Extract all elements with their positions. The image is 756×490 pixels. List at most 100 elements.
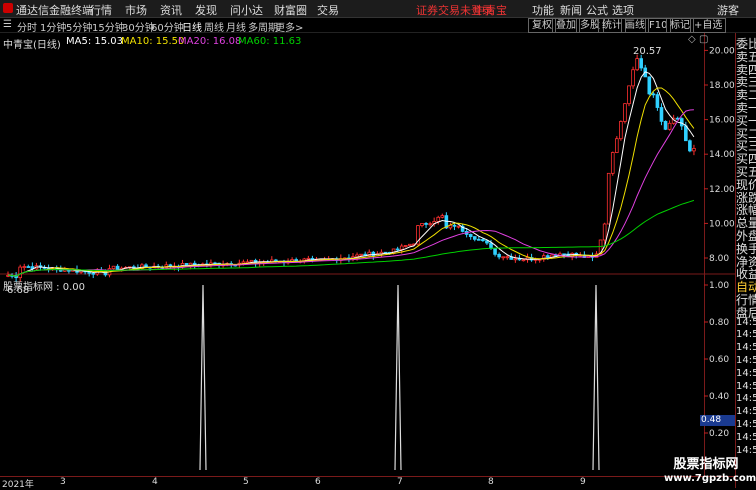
- menu-ask[interactable]: 问小达: [230, 2, 263, 18]
- side-item: 14:5: [736, 329, 756, 341]
- candle-body: [420, 223, 424, 226]
- x-label-5: 5: [243, 477, 249, 487]
- period-weekly[interactable]: 周线: [204, 19, 224, 34]
- candle-body: [436, 216, 441, 222]
- candle-body: [468, 233, 473, 238]
- menu-news[interactable]: 资讯: [160, 2, 182, 18]
- candle-body: [249, 259, 254, 263]
- app-logo-icon: [3, 3, 13, 13]
- candle-body: [26, 266, 31, 268]
- candle-body: [241, 261, 246, 264]
- candle-body: [424, 223, 428, 225]
- menu-wealth[interactable]: 财富圈: [274, 2, 307, 18]
- y-tick-label: 8.00: [709, 254, 729, 264]
- y-tick-label: 16.00: [709, 116, 735, 126]
- period-daily[interactable]: 日线: [182, 19, 202, 34]
- side-item: 14:5: [736, 355, 756, 366]
- candle-body: [493, 248, 497, 255]
- menu-market[interactable]: 市场: [125, 2, 147, 18]
- menu-quotes[interactable]: 行情: [90, 2, 112, 18]
- period-1min[interactable]: 1分钟: [40, 19, 66, 34]
- ma-line: [7, 87, 695, 277]
- menu-discover[interactable]: 发现: [195, 2, 217, 18]
- ma20-label: MA20: 16.08: [178, 36, 242, 47]
- candle-body: [399, 245, 404, 250]
- watermark-url: www.7gpzb.com: [664, 473, 756, 484]
- period-60min[interactable]: 60分钟: [151, 19, 184, 34]
- candle-body: [91, 272, 96, 275]
- period-intraday[interactable]: 分时: [17, 19, 37, 34]
- ma-line: [7, 71, 695, 277]
- side-item: 14:5: [736, 367, 756, 379]
- y-tick-label: 20.00: [709, 46, 735, 56]
- app-name: 通达信金融终端: [16, 4, 93, 17]
- indicator-spike: [394, 284, 402, 471]
- candle-body: [615, 138, 619, 153]
- panel-maximize-icon[interactable]: ▢: [699, 34, 708, 45]
- x-axis: 2021年 3 4 5 6 7 8 9: [0, 476, 735, 490]
- panel-settings-icon[interactable]: ◇: [688, 34, 696, 45]
- y-tick-label: 18.00: [709, 81, 735, 91]
- side-item: 14:5: [736, 316, 756, 328]
- candle-body: [440, 215, 445, 218]
- side-item: 14:5: [736, 406, 756, 418]
- title-bar: 通达信金融终端 行情 市场 资讯 发现 问小达 财富圈 交易 证券交易未登录 中…: [0, 0, 756, 18]
- period-more[interactable]: 更多>: [275, 19, 303, 34]
- candle-body: [619, 121, 623, 140]
- x-label-3: 3: [60, 477, 66, 487]
- high-price-label: 20.57: [633, 46, 662, 57]
- candle-body: [355, 254, 359, 258]
- candle-body: [610, 152, 615, 174]
- candle-body: [371, 251, 376, 257]
- x-label-4: 4: [152, 477, 158, 487]
- period-15min[interactable]: 15分钟: [92, 19, 125, 34]
- x-label-8: 8: [488, 477, 494, 487]
- indicator-tick-label: 0.40: [709, 392, 729, 402]
- menu-options[interactable]: 选项: [612, 2, 634, 18]
- candle-body: [521, 259, 526, 262]
- menu-formula[interactable]: 公式: [586, 2, 608, 18]
- candle-body: [647, 76, 652, 95]
- period-5min[interactable]: 5分钟: [66, 19, 92, 34]
- ma60-label: MA60: 11.63: [238, 36, 302, 47]
- indicator-tick-label: 1.00: [709, 281, 729, 291]
- candle-body: [485, 240, 489, 244]
- add-watchlist-button[interactable]: +自选: [690, 18, 727, 33]
- side-item: 14:5: [736, 380, 756, 392]
- menu-functions[interactable]: 功能: [532, 2, 554, 18]
- menu-trade[interactable]: 交易: [317, 2, 339, 18]
- candle-body: [667, 122, 672, 130]
- y-tick-label: 14.00: [709, 150, 735, 160]
- indicator-tick-label: 0.80: [709, 318, 729, 328]
- candle-body: [310, 257, 315, 260]
- x-label-year: 2021年: [2, 480, 34, 490]
- candle-body: [452, 224, 457, 227]
- menu-headlines[interactable]: 新闻: [560, 2, 582, 18]
- candle-body: [497, 253, 501, 258]
- candle-body: [651, 93, 656, 96]
- candle-body: [602, 223, 607, 241]
- period-monthly[interactable]: 月线: [226, 19, 246, 34]
- candle-body: [659, 107, 664, 122]
- period-multi[interactable]: 多周期: [248, 19, 278, 34]
- candle-body: [395, 248, 400, 251]
- candle-body: [428, 223, 432, 226]
- candle-body: [408, 243, 412, 246]
- candle-body: [18, 266, 22, 279]
- indicator-spike: [592, 284, 600, 471]
- candle-body: [403, 245, 408, 247]
- candle-body: [517, 258, 522, 261]
- user-guest[interactable]: 游客: [717, 2, 739, 18]
- candle-body: [663, 120, 668, 130]
- side-item: 14:5: [736, 342, 756, 354]
- candle-body: [115, 265, 120, 270]
- x-label-7: 7: [397, 477, 403, 487]
- chart-area[interactable]: 20.00 18.00 16.00 14.00 12.00 10.00 8.00 1.00 0.…: [0, 33, 735, 476]
- period-30min[interactable]: 30分钟: [122, 19, 155, 34]
- indicator-spikes: [199, 284, 600, 471]
- menu-icon[interactable]: ☰: [3, 19, 12, 30]
- y-axis-ticks: 20.00 18.00 16.00 14.00 12.00 10.00 8.00 1.00 0.…: [704, 46, 735, 439]
- candle-body: [306, 257, 311, 260]
- indicator-spike: [199, 284, 207, 471]
- candle-body: [489, 242, 493, 249]
